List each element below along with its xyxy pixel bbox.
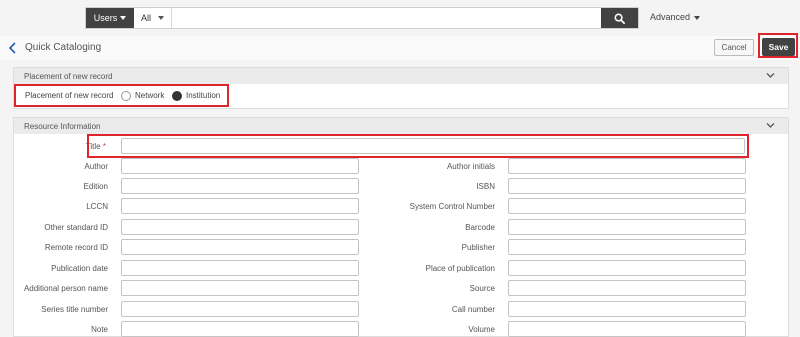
cancel-button[interactable]: Cancel	[714, 39, 754, 56]
back-chevron-icon[interactable]	[8, 42, 18, 54]
lccn-input[interactable]	[121, 198, 359, 214]
source-input[interactable]	[508, 280, 746, 296]
search-filter-label: All	[141, 13, 152, 23]
field-label-publisher: Publisher	[461, 243, 495, 252]
publisher-input[interactable]	[508, 239, 746, 255]
edition-input[interactable]	[121, 178, 359, 194]
chevron-down-icon[interactable]	[766, 122, 775, 129]
search-scope-label: Users	[93, 13, 118, 23]
resource-section-title: Resource Information	[24, 121, 101, 131]
publication-date-input[interactable]	[121, 260, 359, 276]
field-label-author: Author	[84, 162, 108, 171]
field-label-barcode: Barcode	[465, 223, 495, 232]
search-filter-dropdown[interactable]: All	[134, 8, 172, 28]
field-label-source: Source	[469, 284, 495, 293]
field-label-call-number: Call number	[451, 305, 495, 314]
caret-down-icon	[158, 16, 165, 20]
field-label-isbn: ISBN	[476, 182, 495, 191]
field-label-remote-record-id: Remote record ID	[44, 243, 108, 252]
page-title: Quick Cataloging	[25, 42, 102, 53]
chevron-down-icon[interactable]	[766, 72, 775, 79]
field-label-author-initials: Author initials	[446, 162, 495, 171]
field-label-system-control-number: System Control Number	[409, 202, 495, 211]
save-highlight-box	[758, 33, 798, 58]
top-search-bar: Users All Advanced	[0, 0, 800, 36]
additional-person-name-input[interactable]	[121, 280, 359, 296]
field-label-place-of-publication: Place of publication	[425, 264, 495, 273]
placement-section-header[interactable]: Placement of new record	[14, 68, 788, 84]
field-label-publication-date: Publication date	[51, 264, 108, 273]
author-initials-input[interactable]	[508, 158, 746, 174]
advanced-search-label: Advanced	[650, 12, 691, 22]
caret-down-icon	[120, 16, 127, 20]
page-header: Quick Cataloging Cancel Save	[0, 36, 800, 60]
field-label-edition: Edition	[83, 182, 108, 191]
field-label-lccn: LCCN	[86, 202, 108, 211]
system-control-number-input[interactable]	[508, 198, 746, 214]
series-title-number-input[interactable]	[121, 301, 359, 317]
advanced-search-link[interactable]: Advanced	[650, 12, 700, 22]
search-box: Users All	[85, 7, 639, 29]
caret-down-icon	[693, 15, 700, 20]
isbn-input[interactable]	[508, 178, 746, 194]
search-input[interactable]	[172, 8, 601, 28]
call-number-input[interactable]	[508, 301, 746, 317]
barcode-input[interactable]	[508, 219, 746, 235]
field-label-other-standard-id: Other standard ID	[44, 223, 108, 232]
volume-input[interactable]	[508, 321, 746, 337]
placement-highlight-box	[14, 84, 229, 107]
author-input[interactable]	[121, 158, 359, 174]
resource-section-header[interactable]: Resource Information	[14, 118, 788, 134]
placement-section-title: Placement of new record	[24, 71, 113, 81]
title-highlight-box	[87, 134, 749, 158]
search-icon	[614, 13, 625, 24]
other-standard-id-input[interactable]	[121, 219, 359, 235]
field-label-additional-person-name: Additional person name	[23, 284, 108, 293]
search-scope-dropdown[interactable]: Users	[86, 8, 134, 28]
note-input[interactable]	[121, 321, 359, 337]
field-label-series-title-number: Series title number	[41, 305, 108, 314]
search-button[interactable]	[601, 8, 638, 28]
place-of-publication-input[interactable]	[508, 260, 746, 276]
remote-record-id-input[interactable]	[121, 239, 359, 255]
